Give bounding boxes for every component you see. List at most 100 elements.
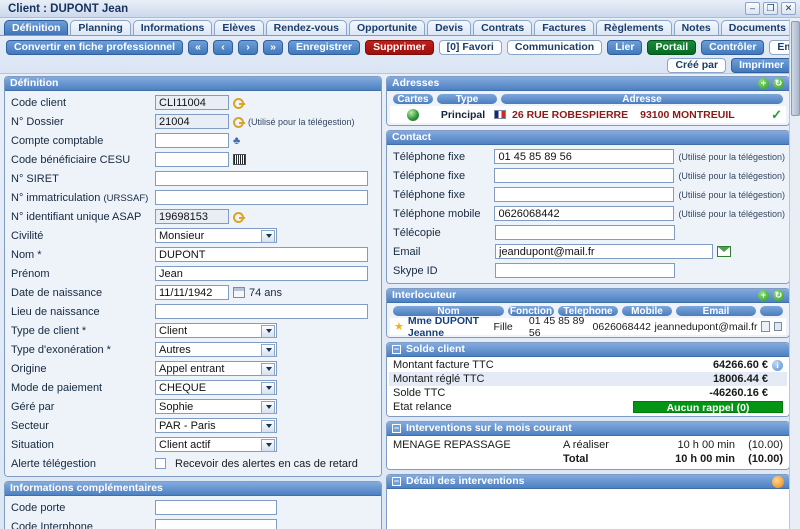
nom-input[interactable] [155, 247, 368, 262]
tab-reglements[interactable]: Règlements [596, 20, 672, 35]
close-icon[interactable]: ✕ [781, 2, 796, 15]
refresh-address-icon[interactable]: ↻ [773, 78, 784, 89]
tab-devis[interactable]: Devis [427, 20, 472, 35]
alerte-telegestion-checkbox-label: Recevoir des alertes en cas de retard [175, 457, 358, 470]
scrollbar-thumb[interactable] [791, 21, 800, 116]
situation-value: Client actif [159, 438, 211, 451]
telephone-mobile-input[interactable] [494, 206, 675, 221]
n-asap-input[interactable] [155, 209, 229, 224]
n-siret-input[interactable] [155, 171, 368, 186]
send-mail-icon[interactable] [717, 246, 731, 257]
barcode-icon[interactable] [233, 154, 246, 165]
portail-button[interactable]: Portail [647, 40, 697, 55]
label-alerte-telegestion: Alerte télégestion [11, 457, 96, 470]
telephone-fixe-3-input[interactable] [494, 187, 675, 202]
compte-comptable-input[interactable] [155, 133, 229, 148]
address-city: 93100 MONTREUIL [640, 108, 735, 121]
skype-id-input[interactable] [495, 263, 675, 278]
chevron-down-icon [266, 405, 272, 409]
tab-rendez-vous[interactable]: Rendez-vous [265, 20, 347, 35]
mode-paiement-select[interactable]: CHEQUE [155, 380, 277, 395]
envelope-icon[interactable] [773, 322, 782, 331]
tab-opportunite[interactable]: Opportunite [348, 20, 426, 35]
label-code-interphone: Code Interphone [11, 520, 93, 529]
total-quantite: (10.00) [748, 453, 783, 465]
favori-button[interactable]: [0] Favori [438, 40, 502, 55]
add-interlocuteur-icon[interactable]: + [758, 290, 769, 301]
adresses-col-cartes: Cartes [392, 93, 434, 105]
gere-par-select[interactable]: Sophie [155, 399, 277, 414]
email-input[interactable] [495, 244, 713, 259]
definition-panel-header: Définition [5, 77, 381, 91]
telecopie-input[interactable] [495, 225, 675, 240]
map-globe-icon[interactable] [407, 108, 419, 121]
nav-first-button[interactable]: « [188, 40, 209, 55]
secteur-select[interactable]: PAR - Paris [155, 418, 277, 433]
minimize-icon[interactable]: – [745, 2, 760, 15]
code-interphone-input[interactable] [155, 519, 277, 529]
document-icon[interactable] [761, 321, 770, 332]
plug-icon[interactable]: ♣ [233, 135, 240, 147]
table-row[interactable]: Principal 26 RUE ROBESPIERRE 93100 MONTR… [390, 106, 786, 123]
field-row-compte-comptable: Compte comptable ♣ [9, 131, 377, 150]
key-icon[interactable] [233, 212, 245, 223]
created-by-button[interactable]: Créé par [667, 58, 727, 73]
code-client-input[interactable] [155, 95, 229, 110]
lieu-naissance-input[interactable] [155, 304, 368, 319]
delete-button[interactable]: Supprimer [365, 40, 434, 55]
controler-button[interactable]: Contrôler [701, 40, 765, 55]
vertical-scrollbar[interactable] [789, 19, 800, 529]
code-cesu-input[interactable] [155, 152, 229, 167]
info-icon[interactable]: i [772, 359, 783, 371]
collapse-icon[interactable]: − [392, 345, 401, 354]
calendar-icon[interactable] [233, 287, 245, 298]
tab-definition[interactable]: Définition [4, 20, 69, 35]
code-porte-input[interactable] [155, 500, 277, 515]
civilite-select[interactable]: Monsieur [155, 228, 277, 243]
key-icon[interactable] [233, 98, 245, 109]
tab-contrats[interactable]: Contrats [473, 20, 533, 35]
field-row-situation: Situation Client actif [9, 435, 377, 454]
prenom-input[interactable] [155, 266, 368, 281]
date-naissance-input[interactable] [155, 285, 229, 300]
add-address-icon[interactable]: + [758, 78, 769, 89]
key-icon[interactable] [233, 117, 245, 128]
origine-select[interactable]: Appel entrant [155, 361, 277, 376]
origine-value: Appel entrant [159, 362, 225, 375]
lier-button[interactable]: Lier [607, 40, 643, 55]
tab-informations[interactable]: Informations [132, 20, 213, 35]
print-button[interactable]: Imprimer [731, 58, 792, 73]
field-row-civilite: Civilité Monsieur [9, 226, 377, 245]
tab-planning[interactable]: Planning [70, 20, 131, 35]
intervention-duree: 10 h 00 min [677, 439, 735, 451]
maximize-icon[interactable]: ❐ [763, 2, 778, 15]
tab-factures[interactable]: Factures [534, 20, 595, 35]
table-row[interactable]: ★ Mme DUPONT Jeanne Fille 01 45 85 89 56… [390, 315, 786, 337]
field-row-code-client: Code client [9, 93, 377, 112]
contact-panel-title: Contact [392, 131, 432, 143]
n-dossier-input[interactable] [155, 114, 229, 129]
n-immatriculation-input[interactable] [155, 190, 368, 205]
type-exoneration-select[interactable]: Autres [155, 342, 277, 357]
favorite-star-icon[interactable]: ★ [394, 320, 404, 333]
communication-button[interactable]: Communication [506, 40, 603, 55]
save-button[interactable]: Enregistrer [288, 40, 361, 55]
nav-last-button[interactable]: » [263, 40, 284, 55]
collapse-icon[interactable]: − [392, 477, 401, 486]
nav-next-button[interactable]: › [238, 40, 259, 55]
telephone-fixe-2-input[interactable] [494, 168, 675, 183]
field-row-telephone-fixe-3: Téléphone fixe (Utilisé pour la télégest… [391, 185, 785, 204]
convert-to-professional-button[interactable]: Convertir en fiche professionnel [6, 40, 184, 55]
nav-prev-button[interactable]: ‹ [213, 40, 234, 55]
situation-select[interactable]: Client actif [155, 437, 277, 452]
alerte-telegestion-checkbox[interactable] [155, 458, 166, 469]
flame-icon[interactable] [772, 475, 784, 488]
tab-eleves[interactable]: Elèves [214, 20, 264, 35]
collapse-icon[interactable]: − [392, 424, 401, 433]
type-client-select[interactable]: Client [155, 323, 277, 338]
solde-row-montant-regle: Montant réglé TTC 18006.44 € [389, 372, 787, 386]
tab-notes[interactable]: Notes [673, 20, 719, 35]
refresh-interlocuteur-icon[interactable]: ↻ [773, 290, 784, 301]
tab-documents[interactable]: Documents [720, 20, 794, 35]
telephone-fixe-1-input[interactable] [494, 149, 675, 164]
